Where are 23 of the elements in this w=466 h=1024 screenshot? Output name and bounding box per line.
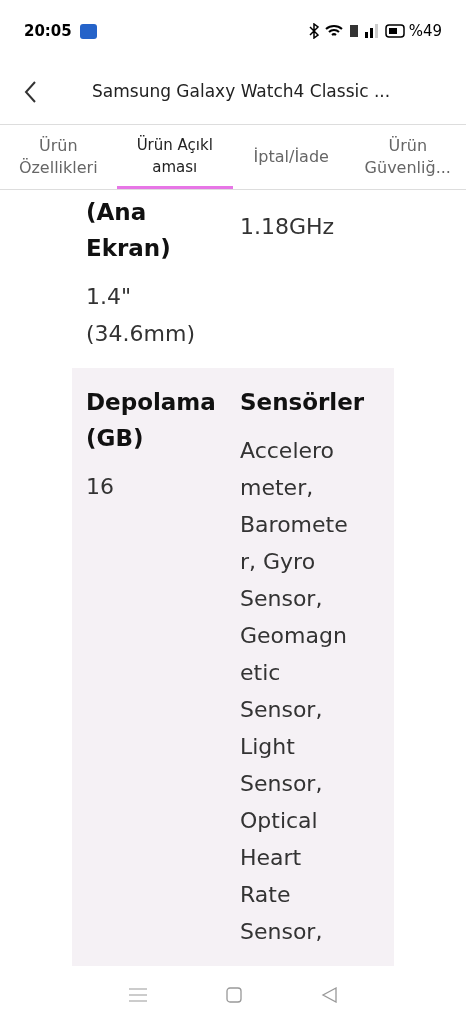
tab[interactable]: Ürün Açıkl aması bbox=[116, 125, 233, 189]
chevron-left-icon bbox=[23, 80, 37, 104]
tab[interactable]: İptal/İade bbox=[233, 125, 350, 189]
menu-icon[interactable] bbox=[129, 988, 148, 1002]
tab[interactable]: Ürün Güvenliğ... bbox=[349, 125, 466, 189]
bluetooth-icon bbox=[308, 23, 319, 39]
spec-text: Accelerometer, Barometer, Gyro Sensor, Geomagnetic Sensor, Light Sensor, Optical Heart Rate Sensor, bbox=[240, 437, 349, 946]
spec-text: 1.4" (34.6mm) bbox=[86, 283, 196, 348]
status-time: 20:05 bbox=[24, 20, 72, 42]
page-title: Samsung Galaxy Watch4 Classic ... bbox=[92, 80, 391, 104]
home-icon[interactable] bbox=[226, 987, 242, 1003]
battery-icon bbox=[384, 24, 405, 38]
spec-text: 16 bbox=[86, 473, 115, 501]
app-icon bbox=[79, 23, 97, 39]
wifi-icon bbox=[324, 24, 343, 38]
spec-heading: (Ana Ekran) bbox=[86, 198, 172, 263]
signal-icon bbox=[364, 24, 379, 38]
spec-text: 1.18GHz bbox=[240, 213, 336, 241]
back-icon[interactable] bbox=[320, 987, 337, 1003]
spec-heading: Sensörler bbox=[240, 388, 366, 417]
battery-percent: %49 bbox=[408, 20, 442, 42]
tab[interactable]: Ürün Özellikleri bbox=[0, 125, 117, 189]
spec-heading: Depolama (GB) bbox=[86, 388, 217, 453]
